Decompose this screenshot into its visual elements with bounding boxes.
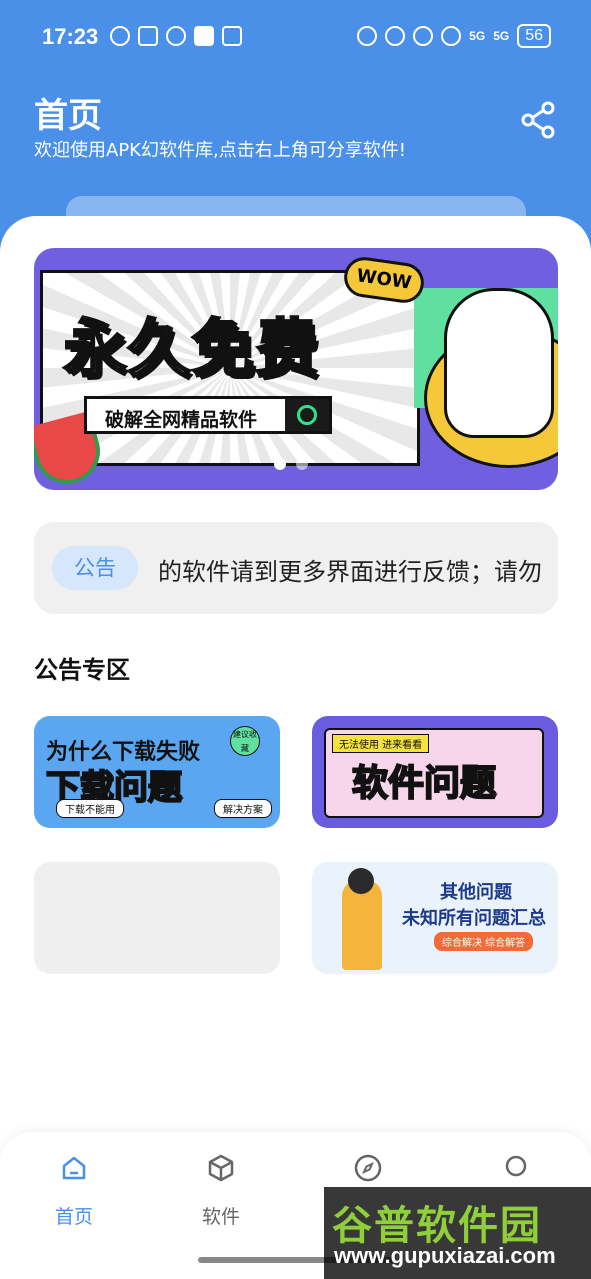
download-tile-tag: 建议收藏 <box>230 726 260 756</box>
app-notification-icon <box>110 26 130 46</box>
compass-icon <box>354 1154 382 1182</box>
notification-icons <box>110 26 242 46</box>
site-watermark: 谷普软件园 www.gupuxiazai.com <box>324 1187 591 1279</box>
upload-icon <box>222 26 242 46</box>
wifi-icon <box>441 26 462 46</box>
notice-badge: 公告 <box>52 546 138 590</box>
banner-pagination <box>274 458 308 470</box>
other-tile-title: 其他问题 <box>440 882 512 903</box>
page-title: 首页 <box>34 96 102 136</box>
page-subtitle: 欢迎使用APK幻软件库,点击右上角可分享软件! <box>34 140 406 161</box>
nfc-icon <box>138 26 158 46</box>
watermark-url: www.gupuxiazai.com <box>334 1243 556 1268</box>
software-tile-topline: 无法使用 进来看看 <box>332 734 430 753</box>
share-button[interactable] <box>518 100 558 140</box>
notice-bar[interactable]: 公告 的软件请到更多界面进行反馈；请勿 <box>34 522 558 614</box>
download-tile-chip-left: 下载不能用 <box>56 799 124 818</box>
search-icon <box>285 399 329 431</box>
banner-dot-active[interactable] <box>274 458 286 470</box>
other-tile-subtitle: 未知所有问题汇总 <box>402 908 546 929</box>
system-status-icons: 5G 5G 56 <box>357 24 551 48</box>
empty-tile-placeholder <box>34 862 280 974</box>
battery-level: 56 <box>517 24 551 48</box>
nav-item-software[interactable]: 软件 <box>171 1152 271 1229</box>
nav-item-home[interactable]: 首页 <box>24 1152 124 1229</box>
mute-icon <box>413 26 434 46</box>
other-tile-chip: 综合解决 综合解答 <box>434 932 534 951</box>
bluetooth-icon <box>385 26 406 46</box>
nav-label-software: 软件 <box>201 1206 240 1228</box>
banner-dot[interactable] <box>296 458 308 470</box>
home-icon <box>62 1156 86 1180</box>
cube-icon <box>208 1154 234 1182</box>
section-title: 公告专区 <box>34 656 130 684</box>
signal-5g-2: 5G <box>493 29 510 43</box>
banner-search-text: 破解全网精品软件 <box>105 409 258 431</box>
megaphone-person-illustration <box>342 868 382 970</box>
missed-call-icon <box>166 26 186 46</box>
share-icon <box>521 101 555 139</box>
promo-banner[interactable]: WOW 永久免费 <box>34 248 558 490</box>
download-issue-tile[interactable]: 为什么下载失败 下载问题 下载不能用 解决方案 建议收藏 <box>34 716 280 828</box>
other-issue-tile[interactable]: 其他问题 未知所有问题汇总 综合解决 综合解答 <box>312 862 558 974</box>
download-tile-chip-right: 解决方案 <box>214 799 272 818</box>
user-icon <box>505 1155 527 1177</box>
notice-marquee-text: 的软件请到更多界面进行反馈；请勿 <box>158 558 542 586</box>
status-time: 17:23 <box>42 24 99 49</box>
banner-bunny-illustration <box>444 288 554 438</box>
banner-search-box: 破解全网精品软件 <box>84 396 332 434</box>
software-issue-tile[interactable]: 无法使用 进来看看 软件问题 <box>312 716 558 828</box>
shield-app-icon <box>194 26 214 46</box>
status-bar: 17:23 5G 5G 56 <box>0 18 591 58</box>
nav-label-home: 首页 <box>54 1206 93 1228</box>
banner-headline: 永久免费 <box>62 311 321 387</box>
signal-5g-1: 5G <box>469 29 486 43</box>
software-tile-title: 软件问题 <box>351 762 497 805</box>
alarm-icon <box>357 26 378 46</box>
